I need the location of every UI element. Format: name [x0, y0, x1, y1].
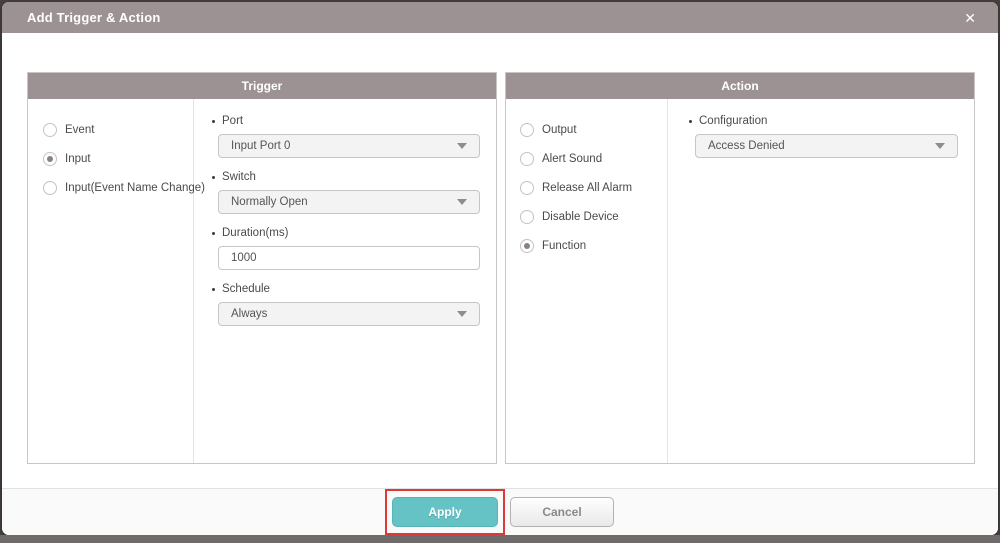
apply-button-wrap: Apply — [392, 497, 498, 527]
action-radio-disable-device[interactable]: Disable Device — [520, 202, 667, 231]
trigger-fields: Port Input Port 0 Switch Nor — [194, 99, 496, 463]
schedule-label: Schedule — [212, 283, 480, 295]
port-select[interactable]: Input Port 0 — [218, 134, 480, 158]
radio-button-icon[interactable] — [43, 152, 57, 166]
bullet-icon — [212, 288, 215, 291]
port-field: Port Input Port 0 — [218, 115, 480, 158]
radio-label: Input(Event Name Change) — [65, 182, 205, 194]
bullet-icon — [689, 120, 692, 123]
duration-label: Duration(ms) — [212, 227, 480, 239]
duration-field: Duration(ms) — [218, 227, 480, 270]
radio-button-icon[interactable] — [43, 181, 57, 195]
dialog-content: Trigger Event Input Input(Event Name Cha… — [27, 72, 975, 464]
close-icon[interactable]: ✕ — [964, 11, 976, 25]
radio-label: Disable Device — [542, 211, 619, 223]
schedule-field: Schedule Always — [218, 283, 480, 326]
action-radio-function[interactable]: Function — [520, 231, 667, 260]
action-panel: Action Output Alert Sound Release All Al… — [505, 72, 975, 464]
dialog-footer: Apply Cancel — [2, 488, 998, 535]
trigger-panel-header: Trigger — [28, 73, 496, 99]
radio-label: Input — [65, 153, 91, 165]
configuration-select[interactable]: Access Denied — [695, 134, 958, 158]
chevron-down-icon — [457, 311, 467, 317]
add-trigger-action-dialog: Add Trigger & Action ✕ Trigger Event Inp… — [2, 2, 998, 535]
trigger-panel-body: Event Input Input(Event Name Change) — [28, 99, 496, 463]
port-label: Port — [212, 115, 480, 127]
switch-select-value: Normally Open — [231, 196, 308, 208]
schedule-select[interactable]: Always — [218, 302, 480, 326]
switch-label: Switch — [212, 171, 480, 183]
chevron-down-icon — [935, 143, 945, 149]
trigger-radio-input[interactable]: Input — [43, 144, 193, 173]
action-radio-alert-sound[interactable]: Alert Sound — [520, 144, 667, 173]
configuration-select-value: Access Denied — [708, 140, 785, 152]
switch-field: Switch Normally Open — [218, 171, 480, 214]
radio-button-icon[interactable] — [43, 123, 57, 137]
schedule-select-value: Always — [231, 308, 267, 320]
radio-label: Alert Sound — [542, 153, 602, 165]
chevron-down-icon — [457, 143, 467, 149]
action-panel-header: Action — [506, 73, 974, 99]
trigger-panel: Trigger Event Input Input(Event Name Cha… — [27, 72, 497, 464]
radio-button-icon[interactable] — [520, 152, 534, 166]
action-radio-release-all-alarm[interactable]: Release All Alarm — [520, 173, 667, 202]
bullet-icon — [212, 120, 215, 123]
trigger-radio-group: Event Input Input(Event Name Change) — [28, 99, 194, 463]
radio-label: Event — [65, 124, 94, 136]
switch-select[interactable]: Normally Open — [218, 190, 480, 214]
radio-label: Function — [542, 240, 586, 252]
backdrop-bottom-strip — [0, 535, 1000, 543]
trigger-radio-event[interactable]: Event — [43, 115, 193, 144]
radio-label: Release All Alarm — [542, 182, 632, 194]
bullet-icon — [212, 176, 215, 179]
bullet-icon — [212, 232, 215, 235]
dialog-titlebar: Add Trigger & Action ✕ — [2, 2, 998, 33]
radio-label: Output — [542, 124, 577, 136]
cancel-button[interactable]: Cancel — [510, 497, 614, 527]
radio-button-icon[interactable] — [520, 123, 534, 137]
dialog-title: Add Trigger & Action — [27, 10, 161, 25]
radio-button-icon[interactable] — [520, 210, 534, 224]
apply-button[interactable]: Apply — [392, 497, 498, 527]
duration-input[interactable] — [218, 246, 480, 270]
chevron-down-icon — [457, 199, 467, 205]
radio-button-icon[interactable] — [520, 239, 534, 253]
action-panel-body: Output Alert Sound Release All Alarm Dis… — [506, 99, 974, 463]
trigger-radio-input-event-name-change[interactable]: Input(Event Name Change) — [43, 173, 193, 202]
action-radio-group: Output Alert Sound Release All Alarm Dis… — [506, 99, 668, 463]
configuration-label: Configuration — [689, 115, 958, 127]
port-select-value: Input Port 0 — [231, 140, 290, 152]
configuration-field: Configuration Access Denied — [695, 115, 958, 158]
action-radio-output[interactable]: Output — [520, 115, 667, 144]
action-fields: Configuration Access Denied — [668, 99, 974, 463]
radio-button-icon[interactable] — [520, 181, 534, 195]
